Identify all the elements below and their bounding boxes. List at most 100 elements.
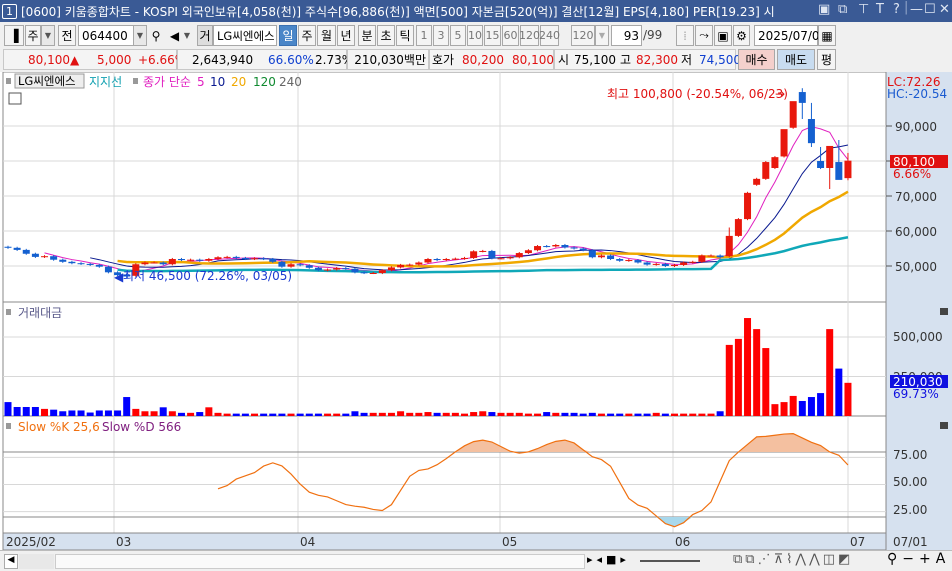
trade-amount: 210,030백만	[347, 49, 429, 70]
sell-button[interactable]: 매도	[777, 49, 815, 70]
x-label-jun: 06	[675, 535, 690, 549]
volume-pane-close-icon[interactable]	[940, 308, 948, 315]
period-second[interactable]: 초	[377, 25, 395, 46]
count-select[interactable]: 120	[571, 25, 595, 46]
eval-button[interactable]: 평	[817, 49, 836, 70]
candle-body	[415, 262, 423, 265]
minute-5[interactable]: 5	[450, 25, 466, 46]
buy-button[interactable]: 매수	[738, 49, 775, 70]
table-icon[interactable]	[8, 92, 22, 105]
high-label: 고	[620, 53, 632, 67]
settings-gear-icon[interactable]: ⚙	[733, 25, 750, 46]
candle-body	[232, 256, 240, 258]
candle-body	[214, 257, 222, 259]
candle-body	[305, 265, 313, 268]
layout-icon[interactable]: ▣	[818, 2, 830, 17]
candle-body	[461, 257, 468, 259]
period-day[interactable]: 일	[279, 25, 297, 46]
search-icon[interactable]: ⚲	[148, 25, 164, 46]
close-icon[interactable]: ✕	[939, 2, 950, 17]
pin-icon[interactable]: ⊤	[858, 2, 869, 17]
period-tick[interactable]: 틱	[396, 25, 414, 46]
panel-toggle-icon[interactable]: ▐	[4, 25, 24, 46]
scrollbar-track[interactable]	[55, 554, 585, 569]
zoom-slider[interactable]	[640, 560, 700, 562]
volume-bar	[543, 412, 551, 416]
code-dropdown-icon[interactable]: ▼	[133, 25, 147, 46]
candle-body	[4, 246, 12, 248]
tool-icons[interactable]: ⧉⧉⋰⊼⌇⋀⋀◫◩	[733, 552, 853, 567]
candle-body	[159, 262, 167, 265]
minute-1[interactable]: 1	[416, 25, 432, 46]
help-icon[interactable]: ?	[893, 2, 900, 17]
volume-bar	[725, 344, 733, 416]
candle-body	[22, 249, 30, 254]
volume-bar	[369, 412, 377, 416]
volume-bar	[670, 413, 678, 416]
stock-code-input[interactable]: 064400	[78, 25, 134, 46]
stock-name-field[interactable]: LG씨엔에스	[213, 25, 277, 46]
minute-10[interactable]: 10	[467, 25, 483, 46]
market-select[interactable]: 주	[25, 25, 41, 46]
volume-bar	[95, 410, 103, 416]
add-indicator-icon[interactable]: ⤳	[695, 25, 713, 46]
save-icon[interactable]: ▣	[714, 25, 732, 46]
minute-120[interactable]: 120	[519, 25, 540, 46]
chart-svg[interactable]: 90,00080,00070,00060,00050,000 LG씨엔에스 지지…	[0, 72, 952, 550]
candle-body	[442, 259, 450, 261]
candle-body	[104, 266, 112, 273]
minute-15[interactable]: 15	[484, 25, 501, 46]
maximize-icon[interactable]: ☐	[924, 2, 936, 17]
volume-bar	[132, 408, 140, 416]
candle-tool-icon[interactable]: ⁞	[676, 25, 694, 46]
up-arrow-icon: ▲	[70, 52, 80, 67]
speaker-dropdown-icon[interactable]: ▼	[182, 25, 192, 46]
legend-ma120: 120	[253, 75, 276, 89]
calendar-icon[interactable]: ▦	[818, 25, 836, 46]
volume-bar	[780, 402, 788, 416]
prev-button[interactable]: 전	[58, 25, 76, 46]
candle-body	[817, 161, 825, 168]
period-minute[interactable]: 분	[358, 25, 376, 46]
trade-volume: 2,643,940	[192, 52, 254, 67]
minute-240[interactable]: 240	[539, 25, 560, 46]
candle-body	[670, 264, 678, 266]
restore-window-icon[interactable]: ⧉	[838, 2, 847, 17]
minute-60[interactable]: 60	[502, 25, 519, 46]
grid	[2, 72, 892, 550]
count-dropdown-icon[interactable]: ▼	[595, 25, 609, 46]
minimize-icon[interactable]: —	[910, 2, 923, 17]
playback-controls[interactable]: ▸◂■▸	[587, 553, 630, 566]
volume-bar	[652, 412, 660, 416]
volume-bar	[716, 411, 724, 416]
volume-bar	[104, 410, 112, 416]
font-icon[interactable]: T	[876, 2, 884, 17]
period-month[interactable]: 월	[317, 25, 336, 46]
volume-bar	[817, 393, 825, 416]
market-dropdown-icon[interactable]: ▼	[41, 25, 55, 46]
volume-bar	[661, 413, 669, 416]
candle-body	[515, 253, 523, 258]
period-week[interactable]: 주	[298, 25, 316, 46]
scroll-left-button[interactable]: ◀	[4, 554, 18, 569]
candle-body	[241, 257, 249, 259]
candle-body	[725, 235, 733, 257]
stoch-pane-close-icon[interactable]	[940, 422, 948, 429]
minute-3[interactable]: 3	[433, 25, 449, 46]
zoom-icons[interactable]: ⚲−+A	[887, 551, 950, 567]
candle-body	[77, 263, 85, 265]
type-button[interactable]: 거	[197, 25, 213, 46]
candle-body	[177, 259, 185, 261]
period-year[interactable]: 년	[337, 25, 355, 46]
speaker-icon[interactable]: ◀	[167, 25, 182, 46]
candle-body	[597, 255, 605, 258]
candle-body	[187, 259, 195, 261]
volume-bar	[214, 412, 222, 416]
count-input[interactable]: 93	[611, 25, 642, 46]
candle-body	[13, 247, 21, 250]
scroll-thumb[interactable]	[19, 554, 54, 569]
volume-rate: 66.60%	[268, 52, 314, 67]
volume-bar	[826, 329, 834, 416]
volume-bar	[515, 412, 523, 416]
date-input[interactable]: 2025/07/01	[754, 25, 827, 46]
